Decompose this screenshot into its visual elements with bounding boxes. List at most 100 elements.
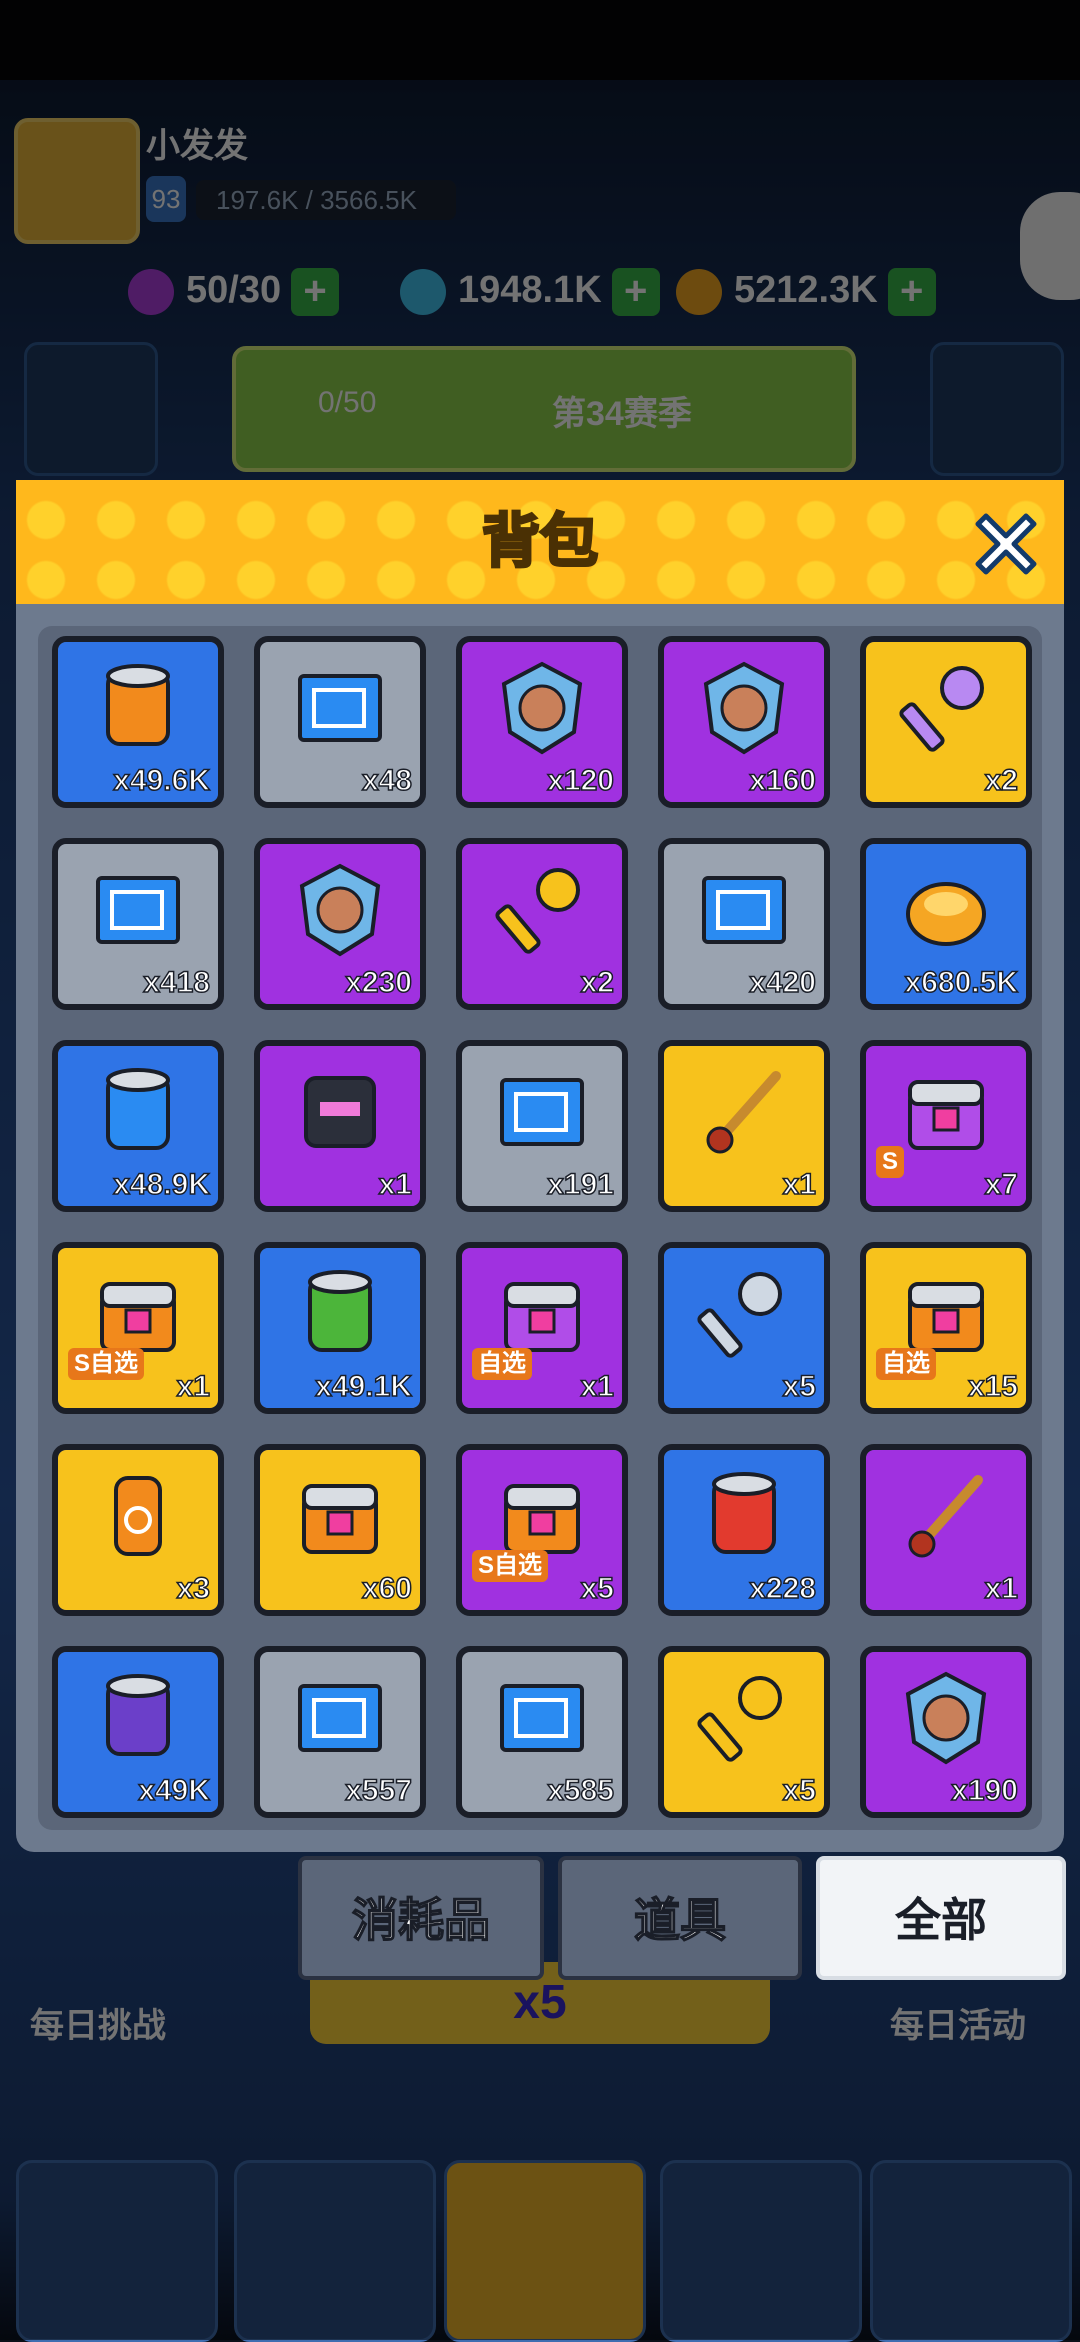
item-count: x1 (782, 1167, 817, 1202)
smiley-key-icon (697, 1676, 782, 1762)
player-name: 小发发 (146, 127, 248, 165)
inventory-slot[interactable]: x2 (860, 636, 1032, 808)
tab-consumables[interactable]: 消耗品 (298, 1856, 544, 1980)
gold-chest-icon (302, 1484, 378, 1554)
s-chest-icon (908, 1080, 984, 1150)
inventory-slot[interactable]: x60 (254, 1444, 426, 1616)
fishing-rod-icon (908, 1475, 983, 1558)
inventory-slot[interactable]: x1 (254, 1040, 426, 1212)
green-leaf-can-icon (308, 1270, 372, 1352)
item-tag: 自选 (472, 1348, 532, 1380)
gem-value: 1948.1K (458, 269, 602, 311)
menu-button[interactable] (24, 342, 158, 476)
item-count: x7 (984, 1167, 1019, 1202)
inventory-slot[interactable]: Sx7 (860, 1040, 1032, 1212)
daily-activity-label[interactable]: 每日活动 (890, 1998, 1026, 2047)
inventory-slot[interactable]: x191 (456, 1040, 628, 1212)
item-count: x48.9K (113, 1167, 211, 1202)
item-count: x2 (984, 763, 1019, 798)
item-count: x160 (749, 763, 817, 798)
season-name: 第34赛季 (552, 395, 692, 433)
player-level-badge: 93 (146, 176, 186, 222)
inventory-slot[interactable]: x228 (658, 1444, 830, 1616)
inventory-slot[interactable]: x3 (52, 1444, 224, 1616)
blue-water-can-icon (106, 1068, 170, 1150)
item-count: x190 (951, 1773, 1019, 1808)
nav-upgrade[interactable] (870, 2160, 1072, 2342)
inventory-slot[interactable]: x49.6K (52, 636, 224, 808)
panel-title: 背包 (480, 508, 599, 576)
inventory-slot[interactable]: x2 (456, 838, 628, 1010)
purple-key-icon (899, 666, 984, 752)
item-count: x3 (176, 1571, 211, 1606)
inventory-slot[interactable]: 自选 x1 (456, 1242, 628, 1414)
inventory-slot[interactable]: x48.9K (52, 1040, 224, 1212)
inventory-slot[interactable]: x49K (52, 1646, 224, 1818)
item-count: x191 (547, 1167, 615, 1202)
orange-battery-icon (114, 1476, 162, 1556)
inventory-slot[interactable]: S自选 x5 (456, 1444, 628, 1616)
daily-challenge-label[interactable]: 每日挑战 (30, 1998, 166, 2047)
add-energy-button[interactable]: + (291, 267, 340, 316)
inventory-slot[interactable]: x49.1K (254, 1242, 426, 1414)
item-tag: S自选 (68, 1348, 145, 1380)
item-count: x5 (782, 1773, 817, 1808)
necklace-blueprint-icon (500, 1078, 584, 1146)
close-icon[interactable] (964, 502, 1048, 586)
armor-blueprint-icon (298, 1684, 382, 1752)
inventory-slot[interactable]: x1 (860, 1444, 1032, 1616)
gold-value: 5212.3K (734, 269, 878, 311)
tree-hero-badge-icon (501, 661, 583, 755)
inventory-slot[interactable]: x120 (456, 636, 628, 808)
inventory-slot[interactable]: S自选 x1 (52, 1242, 224, 1414)
mail-button[interactable] (930, 342, 1064, 476)
orange-can-icon (106, 664, 170, 746)
inventory-slot[interactable]: x585 (456, 1646, 628, 1818)
pink-pistol-card-icon (304, 1076, 376, 1148)
inventory-slot[interactable]: x230 (254, 838, 426, 1010)
gold-ingot-icon (906, 882, 986, 946)
helmet-blueprint-icon (500, 1684, 584, 1752)
item-count: x228 (749, 1571, 817, 1606)
nav-equipment[interactable] (234, 2160, 436, 2342)
inventory-slot[interactable]: x420 (658, 838, 830, 1010)
item-count: x49.6K (113, 763, 211, 798)
inventory-slot[interactable]: x160 (658, 636, 830, 808)
inventory-slot[interactable]: x680.5K (860, 838, 1032, 1010)
tab-all[interactable]: 全部 (816, 1856, 1066, 1980)
item-count: x2 (580, 965, 615, 1000)
inventory-slot[interactable]: x190 (860, 1646, 1032, 1818)
inventory-slot[interactable]: x48 (254, 636, 426, 808)
nav-battle[interactable] (444, 2160, 646, 2342)
inventory-slot[interactable]: x5 (658, 1242, 830, 1414)
item-count: x1 (580, 1369, 615, 1404)
energy-value: 50/30 (186, 269, 282, 311)
gold-key-icon (495, 868, 580, 954)
item-count: x48 (361, 763, 413, 798)
inventory-slot[interactable]: x557 (254, 1646, 426, 1818)
pistol-blueprint-icon (298, 674, 382, 742)
season-progress: 0/50 (318, 386, 377, 419)
nav-map[interactable] (660, 2160, 862, 2342)
item-count: x15 (967, 1369, 1019, 1404)
energy-resource: 50/30 + (128, 262, 340, 318)
inventory-slot[interactable]: x418 (52, 838, 224, 1010)
item-tag: S (876, 1146, 905, 1178)
item-count: x1 (378, 1167, 413, 1202)
inventory-slot[interactable]: 自选 x15 (860, 1242, 1032, 1414)
side-reward-chip[interactable] (1020, 192, 1080, 300)
item-count: x1 (176, 1369, 211, 1404)
status-bar (0, 0, 1080, 80)
inventory-slot[interactable]: x1 (658, 1040, 830, 1212)
gold-resource: 5212.3K + (676, 262, 936, 318)
hero-portrait-badge-icon (703, 661, 785, 755)
player-avatar[interactable] (14, 118, 140, 244)
add-gold-button[interactable]: + (887, 267, 936, 316)
item-count: x5 (782, 1369, 817, 1404)
lightning-icon (128, 268, 174, 315)
inventory-slot[interactable]: x5 (658, 1646, 830, 1818)
nav-shop[interactable] (16, 2160, 218, 2342)
item-count: x557 (345, 1773, 413, 1808)
add-gems-button[interactable]: + (611, 267, 660, 316)
tab-props[interactable]: 道具 (558, 1856, 802, 1980)
